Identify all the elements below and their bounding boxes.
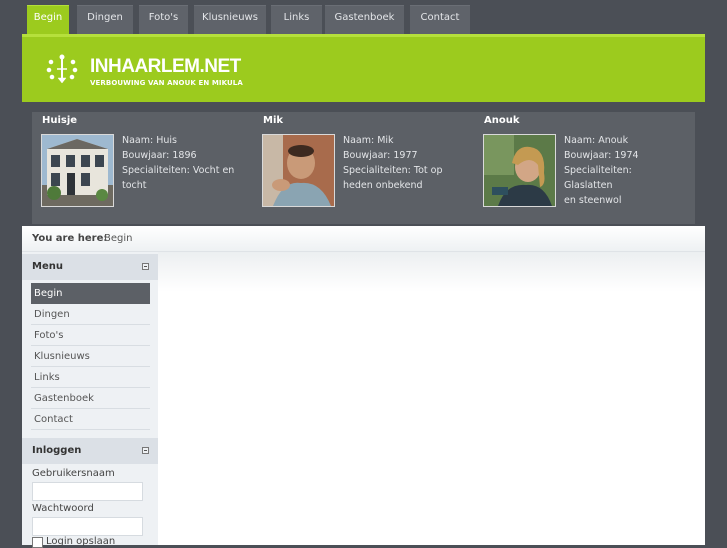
man-photo [262,134,335,207]
profile-line: Bouwjaar: 1977 [343,150,418,161]
compass-icon [46,54,78,84]
menu-item-klusnieuws[interactable]: Klusnieuws [31,346,150,367]
remember-label: Login opslaan [46,536,116,547]
username-label: Gebruikersnaam [32,468,115,479]
breadcrumb-label: You are here: [32,233,108,244]
menu-item-contact[interactable]: Contact [31,409,150,430]
content-area: Menu Begin Dingen Foto's Klusnieuws Link… [22,252,705,548]
profile-line: Glaslatten [564,180,613,191]
nav-tab-dingen[interactable]: Dingen [77,5,133,34]
menu-item-fotos[interactable]: Foto's [31,325,150,346]
login-title: Inloggen [32,445,82,456]
profile-line: Naam: Huis [122,135,177,146]
nav-tab-gastenboek[interactable]: Gastenboek [325,5,404,34]
profile-info: Naam: Mik Bouwjaar: 1977 Specialiteiten:… [343,133,469,193]
sidebar: Menu Begin Dingen Foto's Klusnieuws Link… [22,252,158,548]
nav-tab-links[interactable]: Links [271,5,322,34]
site-slogan: VERBOUWING VAN ANOUK EN MIKULA [90,79,243,87]
profile-line: Bouwjaar: 1896 [122,150,197,161]
site-header: INHAARLEM.NET VERBOUWING VAN ANOUK EN MI… [22,34,705,102]
breadcrumb: You are here: Begin [22,226,705,252]
menu-title: Menu [32,261,63,272]
profile-panel-anouk: Anouk Naam: Anouk Bouwjaar: 1974 Special… [474,112,695,224]
profile-panels: Huisje Naam: Huis Bouwjaar: 1896 Special… [22,102,705,226]
menu-item-dingen[interactable]: Dingen [31,304,150,325]
profile-panel-mik: Mik Naam: Mik Bouwjaar: 1977 Specialitei… [253,112,474,224]
collapse-icon[interactable] [142,263,149,270]
username-input[interactable] [32,482,143,501]
password-label: Wachtwoord [32,503,94,514]
profile-line: Naam: Anouk [564,135,629,146]
profile-line: Bouwjaar: 1974 [564,150,639,161]
profile-info: Naam: Anouk Bouwjaar: 1974 Specialiteite… [564,133,690,208]
profile-line: en steenwol [564,195,622,206]
profile-line: heden onbekend [343,180,423,191]
profile-info: Naam: Huis Bouwjaar: 1896 Specialiteiten… [122,133,248,193]
menu-item-begin[interactable]: Begin [31,283,150,304]
profile-panel-huisje: Huisje Naam: Huis Bouwjaar: 1896 Special… [32,112,253,224]
profile-line: Specialiteiten: [564,165,632,176]
main-content [158,252,705,545]
menu-module-header: Menu [22,254,158,280]
collapse-icon[interactable] [142,447,149,454]
remember-checkbox[interactable] [32,537,43,548]
profile-title: Mik [263,115,284,126]
nav-tab-klusnieuws[interactable]: Klusnieuws [194,5,266,34]
password-input[interactable] [32,517,143,536]
nav-tab-fotos[interactable]: Foto's [139,5,188,34]
login-module-header: Inloggen [22,438,158,464]
profile-line: Specialiteiten: Vocht en [122,165,235,176]
menu-item-gastenboek[interactable]: Gastenboek [31,388,150,409]
menu-item-links[interactable]: Links [31,367,150,388]
nav-tab-begin[interactable]: Begin [27,5,69,34]
profile-line: Naam: Mik [343,135,394,146]
house-photo [41,134,114,207]
profile-line: tocht [122,180,147,191]
page: Begin Dingen Foto's Klusnieuws Links Gas… [22,0,705,548]
profile-title: Huisje [42,115,78,126]
profile-title: Anouk [484,115,520,126]
woman-photo [483,134,556,207]
site-title[interactable]: INHAARLEM.NET [90,56,241,78]
top-navigation: Begin Dingen Foto's Klusnieuws Links Gas… [22,0,705,34]
nav-tab-contact[interactable]: Contact [410,5,470,34]
breadcrumb-current: Begin [104,233,133,244]
profile-line: Specialiteiten: Tot op [343,165,443,176]
